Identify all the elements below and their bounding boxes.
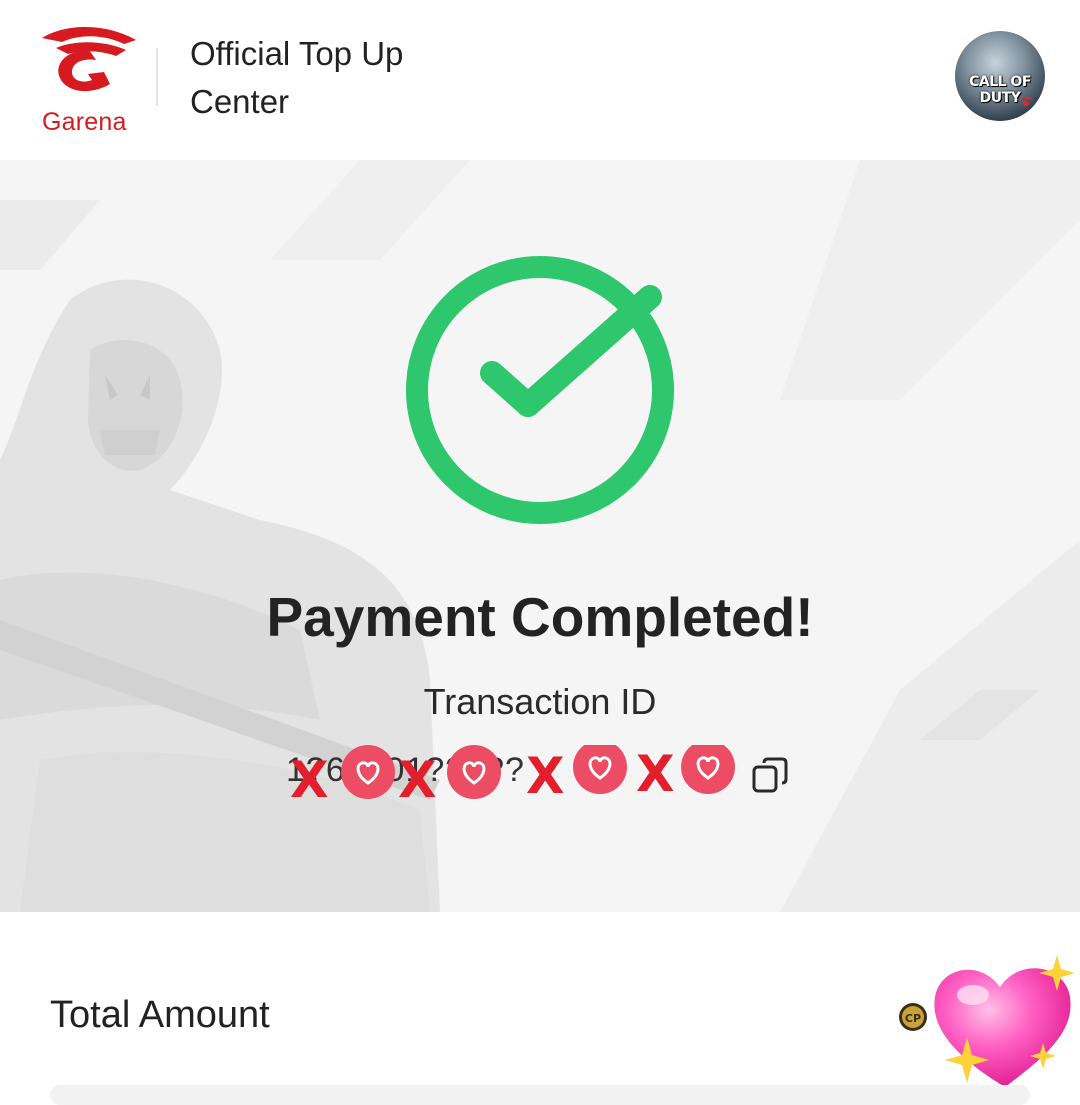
game-avatar[interactable]: CALL OF DUTY bbox=[955, 31, 1045, 121]
svg-text:X: X bbox=[526, 747, 565, 805]
garena-dragon-icon bbox=[42, 27, 136, 92]
total-amount-row: Total Amount CP bbox=[0, 912, 1080, 1105]
success-check-icon bbox=[406, 256, 674, 524]
top-bar: Garena Official Top Up Center CALL OF DU… bbox=[0, 0, 1080, 160]
garena-wordmark: Garena bbox=[42, 108, 127, 136]
copy-icon[interactable] bbox=[750, 755, 792, 797]
garena-mini-icon bbox=[1021, 96, 1032, 107]
cp-coin-icon: CP bbox=[899, 1003, 927, 1031]
svg-text:X: X bbox=[398, 751, 437, 805]
svg-text:X: X bbox=[290, 751, 329, 805]
censor-stickers: X X X X bbox=[290, 745, 735, 805]
svg-text:X: X bbox=[636, 745, 675, 803]
transaction-id-label: Transaction ID bbox=[423, 681, 657, 722]
payment-status-title: Payment Completed! bbox=[266, 586, 814, 648]
header-divider bbox=[156, 48, 158, 106]
total-amount-label: Total Amount bbox=[50, 994, 270, 1036]
svg-text:CP: CP bbox=[905, 1012, 921, 1025]
transaction-id-row: 1?6??01??3?? X X X X bbox=[286, 745, 806, 805]
garena-logo[interactable]: Garena bbox=[34, 22, 144, 137]
order-details-card bbox=[50, 1085, 1030, 1105]
sparkling-heart-icon bbox=[934, 955, 1075, 1087]
page-title: Official Top Up Center bbox=[190, 35, 404, 120]
payment-status-panel: Payment Completed! Transaction ID 1?6??0… bbox=[0, 160, 1080, 912]
